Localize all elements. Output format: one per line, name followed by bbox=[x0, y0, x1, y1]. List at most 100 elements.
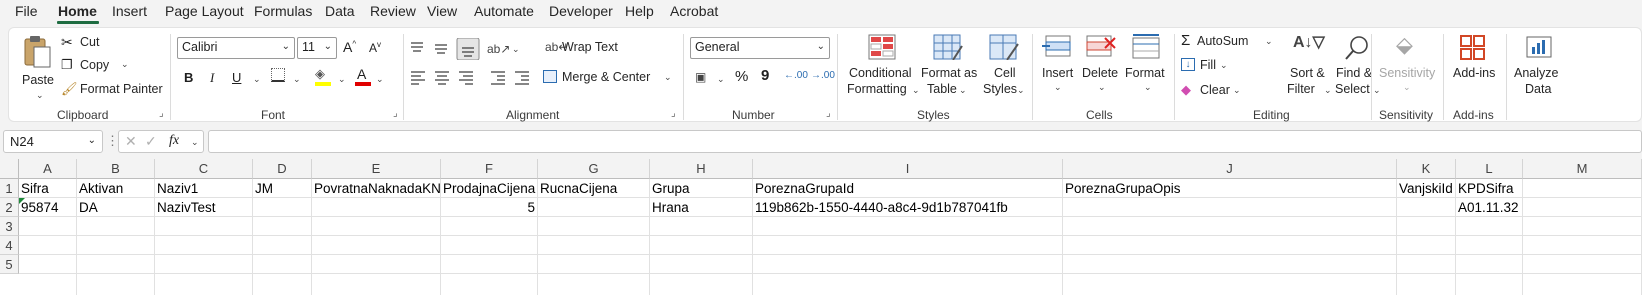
cell-c1[interactable]: Naziv1 bbox=[155, 179, 252, 198]
font-size-select[interactable]: 11 ⌄ bbox=[297, 37, 337, 59]
decrease-font-size-icon[interactable]: Av bbox=[369, 40, 381, 55]
menu-insert[interactable]: Insert bbox=[112, 3, 147, 19]
column-header-f[interactable]: F bbox=[441, 159, 538, 179]
dialog-launcher-icon[interactable]: ⌟ bbox=[159, 108, 164, 119]
cell-a2[interactable]: 95874 bbox=[19, 198, 76, 217]
cell-e1[interactable]: PovratnaNaknadaKN bbox=[312, 179, 440, 198]
row-header-5[interactable]: 5 bbox=[0, 255, 19, 274]
column-header-c[interactable]: C bbox=[155, 159, 253, 179]
chevron-down-icon[interactable]: ⌄ bbox=[253, 74, 261, 85]
cell-h1[interactable]: Grupa bbox=[650, 179, 752, 198]
formula-input[interactable] bbox=[208, 130, 1642, 153]
chevron-down-icon[interactable]: ⌄ bbox=[293, 74, 301, 85]
analyze-data-button[interactable]: Analyze Data bbox=[1511, 32, 1569, 106]
column-header-j[interactable]: J bbox=[1063, 159, 1397, 179]
italic-button[interactable]: I bbox=[210, 70, 214, 86]
cell-k1[interactable]: VanjskiId bbox=[1397, 179, 1455, 198]
select-all-corner[interactable] bbox=[0, 159, 19, 179]
cell-d2[interactable] bbox=[253, 198, 311, 217]
cell-m1[interactable] bbox=[1523, 179, 1641, 198]
font-name-select[interactable]: Calibri ⌄ bbox=[177, 37, 295, 59]
number-format-select[interactable]: General ⌄ bbox=[690, 37, 830, 59]
chevron-down-icon[interactable]: ⌄ bbox=[338, 74, 346, 85]
comma-style-button[interactable]: 9 bbox=[761, 67, 769, 84]
cell-styles-button[interactable]: Cell Styles ⌄ bbox=[977, 32, 1029, 102]
cell-g2[interactable] bbox=[538, 198, 649, 217]
format-as-table-button[interactable]: Format as Table ⌄ bbox=[919, 32, 977, 102]
menu-automate[interactable]: Automate bbox=[474, 3, 534, 19]
cell-g1[interactable]: RucnaCijena bbox=[538, 179, 649, 198]
row-header-4[interactable]: 4 bbox=[0, 236, 19, 255]
cell-j1[interactable]: PoreznaGrupaOpis bbox=[1063, 179, 1396, 198]
cancel-icon[interactable]: ✕ bbox=[125, 133, 137, 150]
cell-d1[interactable]: JM bbox=[253, 179, 311, 198]
row-header-1[interactable]: 1 bbox=[0, 179, 19, 198]
row-header-3[interactable]: 3 bbox=[0, 217, 19, 236]
menu-view[interactable]: View bbox=[427, 3, 457, 19]
chevron-down-icon[interactable]: ⌄ bbox=[376, 74, 384, 85]
menu-developer[interactable]: Developer bbox=[549, 3, 613, 19]
chevron-down-icon[interactable]: ⌄ bbox=[191, 137, 199, 148]
cell-c2[interactable]: NazivTest bbox=[155, 198, 252, 217]
column-header-e[interactable]: E bbox=[312, 159, 441, 179]
percent-style-button[interactable]: % bbox=[735, 68, 748, 85]
add-ins-button[interactable]: Add-ins bbox=[1445, 32, 1501, 102]
dialog-launcher-icon[interactable]: ⌟ bbox=[393, 108, 398, 119]
menu-review[interactable]: Review bbox=[370, 3, 416, 19]
column-header-a[interactable]: A bbox=[19, 159, 77, 179]
menu-formulas[interactable]: Formulas bbox=[254, 3, 312, 19]
menu-acrobat[interactable]: Acrobat bbox=[670, 3, 718, 19]
format-cells-button[interactable]: Format ⌄ bbox=[1123, 32, 1173, 102]
cell-k2[interactable] bbox=[1397, 198, 1455, 217]
conditional-formatting-button[interactable]: Conditional Formatting ⌄ bbox=[845, 32, 920, 102]
cell-a1[interactable]: Sifra bbox=[19, 179, 76, 198]
cell-l2[interactable]: A01.11.32 bbox=[1456, 198, 1522, 217]
cell-f1[interactable]: ProdajnaCijena bbox=[441, 179, 537, 198]
horizontal-align-icons[interactable] bbox=[407, 68, 535, 86]
delete-cells-button[interactable]: Delete ⌄ bbox=[1079, 32, 1123, 102]
cell-i1[interactable]: PoreznaGrupaId bbox=[753, 179, 1062, 198]
column-header-d[interactable]: D bbox=[253, 159, 312, 179]
sort-filter-button[interactable]: A↓▽ Sort & Filter ⌄ bbox=[1281, 32, 1333, 102]
column-header-i[interactable]: I bbox=[753, 159, 1063, 179]
cell-b2[interactable]: DA bbox=[77, 198, 154, 217]
column-header-h[interactable]: H bbox=[650, 159, 753, 179]
worksheet-grid[interactable]: A B C D E F G H I J K L M 1 Sifra Aktivan Naziv1 JM Povrat… bbox=[0, 159, 1642, 295]
bold-button[interactable]: B bbox=[184, 70, 193, 85]
sensitivity-button[interactable]: ⬙ Sensitivity ⌄ bbox=[1377, 32, 1437, 102]
increase-font-size-icon[interactable]: A^ bbox=[343, 39, 356, 55]
menu-file[interactable]: File bbox=[15, 3, 38, 19]
paste-button[interactable]: Paste ⌄ bbox=[19, 34, 59, 106]
dialog-launcher-icon[interactable]: ⌟ bbox=[826, 108, 831, 119]
menu-help[interactable]: Help bbox=[625, 3, 654, 19]
column-header-m[interactable]: M bbox=[1523, 159, 1642, 179]
cell-m2[interactable] bbox=[1523, 198, 1641, 217]
insert-cells-button[interactable]: Insert ⌄ bbox=[1037, 32, 1079, 102]
column-header-l[interactable]: L bbox=[1456, 159, 1523, 179]
row-header-2[interactable]: 2 bbox=[0, 198, 19, 217]
column-header-k[interactable]: K bbox=[1397, 159, 1456, 179]
underline-button[interactable]: U bbox=[232, 70, 241, 85]
cell-b1[interactable]: Aktivan bbox=[77, 179, 154, 198]
vertical-align-icons[interactable]: ab↗ bbox=[407, 38, 517, 60]
borders-icon[interactable] bbox=[271, 68, 285, 82]
dialog-launcher-icon[interactable]: ⌟ bbox=[671, 108, 676, 119]
enter-icon[interactable]: ✓ bbox=[145, 133, 157, 150]
menu-page-layout[interactable]: Page Layout bbox=[165, 3, 244, 19]
cell-i2[interactable]: 119b862b-1550-4440-a8c4-9d1b787041fb bbox=[753, 198, 1062, 217]
cell-l1[interactable]: KPDSifra bbox=[1456, 179, 1522, 198]
insert-function-button[interactable]: fx bbox=[169, 133, 179, 149]
column-header-b[interactable]: B bbox=[77, 159, 155, 179]
cell-j2[interactable] bbox=[1063, 198, 1396, 217]
increase-decimal-button[interactable]: ←.00 bbox=[784, 70, 808, 81]
menu-data[interactable]: Data bbox=[325, 3, 355, 19]
name-box[interactable]: N24 ⌄ bbox=[3, 130, 103, 153]
chevron-down-icon[interactable]: ⌄ bbox=[717, 74, 725, 85]
column-header-g[interactable]: G bbox=[538, 159, 650, 179]
accounting-format-icon[interactable]: ▣ bbox=[695, 70, 706, 84]
decrease-decimal-button[interactable]: →.00 bbox=[811, 70, 835, 81]
cell-e2[interactable] bbox=[312, 198, 440, 217]
menu-home[interactable]: Home bbox=[58, 3, 97, 19]
cell-f2[interactable]: 5 bbox=[441, 198, 537, 217]
cell-h2[interactable]: Hrana bbox=[650, 198, 752, 217]
